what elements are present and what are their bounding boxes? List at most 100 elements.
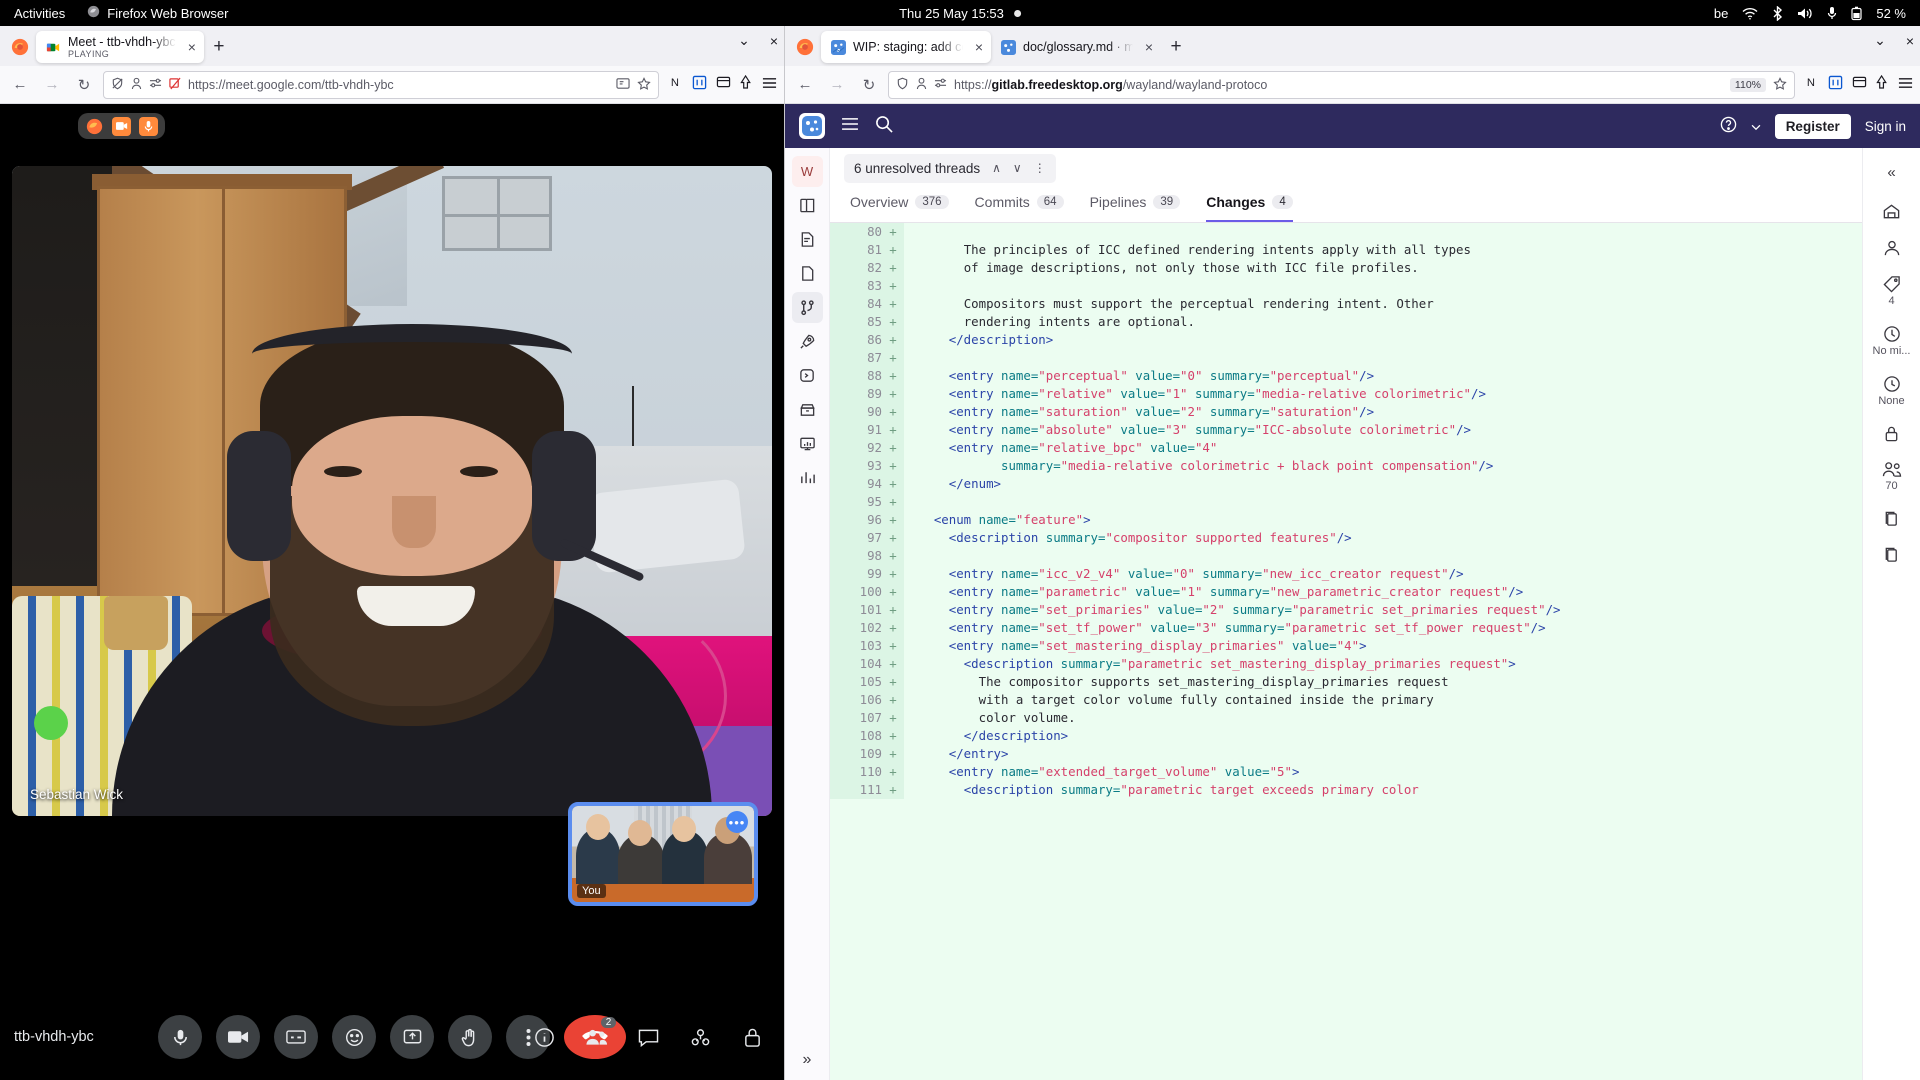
diff-row[interactable]: 105 + The compositor supports set_masteri… [830,673,1862,691]
search-icon[interactable] [875,115,893,138]
hamburger-icon[interactable] [841,117,859,136]
thread-options-button[interactable]: ⋮ [1034,161,1046,175]
present-screen-button[interactable] [390,1015,434,1059]
lock-icon[interactable] [1863,418,1920,450]
tracking-protection-icon[interactable] [934,77,947,92]
copy-branch-icon[interactable] [1863,503,1920,535]
diff-viewer[interactable]: 80 + 81 + The principles of ICC defined re… [830,223,1862,1080]
reload-button[interactable]: ↻ [856,72,882,98]
tab-pipelines[interactable]: Pipelines 39 [1090,194,1181,222]
new-tab-button[interactable]: + [1161,32,1191,62]
tab-close-button[interactable]: × [1140,39,1153,55]
meeting-details-button[interactable] [526,1019,562,1055]
tab-merge-request[interactable]: WIP: staging: add color m × [821,31,991,63]
forward-button[interactable]: → [824,72,850,98]
diff-row[interactable]: 91 + <entry name="absolute" value="3" sum… [830,421,1862,439]
tab-changes[interactable]: Changes 4 [1206,194,1293,222]
tab-meet[interactable]: Meet - ttb-vhdh-ybc PLAYING × [36,31,204,63]
todo-icon[interactable] [1863,195,1920,228]
sidebar-item-repository[interactable] [792,258,823,289]
diff-row[interactable]: 85 + rendering intents are optional. [830,313,1862,331]
tab-overview[interactable]: Overview 376 [850,194,949,222]
host-controls-button[interactable] [734,1019,770,1055]
collapse-sidebar-button[interactable]: « [1887,158,1895,191]
help-icon[interactable] [1720,116,1737,136]
shield-icon[interactable] [111,77,124,93]
sidebar-item-monitor[interactable] [792,428,823,459]
sidebar-item-ci-cd[interactable] [792,360,823,391]
diff-row[interactable]: 90 + <entry name="saturation" value="2" s… [830,403,1862,421]
sidebar-item-merge-requests[interactable] [791,292,823,323]
zoom-level-badge[interactable]: 110% [1729,77,1766,92]
url-bar-right[interactable]: https://gitlab.freedesktop.org/wayland/w… [888,70,1795,99]
diff-row[interactable]: 98 + [830,547,1862,565]
diff-row[interactable]: 111 + <description summary="parametric ta… [830,781,1862,799]
diff-row[interactable]: 96 + <enum name="feature"> [830,511,1862,529]
menu-icon[interactable] [762,76,777,94]
diff-row[interactable]: 82 + of image descriptions, not only thos… [830,259,1862,277]
diff-row[interactable]: 81 + The principles of ICC defined render… [830,241,1862,259]
system-status-area[interactable]: be 52 % [1714,5,1906,21]
save-to-pocket-icon[interactable] [716,75,731,94]
diff-row[interactable]: 80 + [830,223,1862,241]
diff-row[interactable]: 108 + </description> [830,727,1862,745]
extension-blue-icon[interactable] [1828,75,1843,95]
diff-row[interactable]: 97 + <description summary="compositor sup… [830,529,1862,547]
tab-close-button[interactable]: × [970,39,983,55]
sidebar-item-issues[interactable] [792,224,823,255]
container-tabs-icon[interactable]: N [1805,75,1819,94]
previous-thread-button[interactable]: ∧ [992,161,1001,175]
labels-icon[interactable]: 4 [1863,268,1920,314]
camera-sharing-icon[interactable] [112,116,131,136]
sign-in-link[interactable]: Sign in [1865,119,1906,134]
diff-row[interactable]: 101 + <entry name="set_primaries" value="… [830,601,1862,619]
window-controls-right[interactable]: ⌄ × [1874,32,1914,49]
raise-hand-button[interactable] [448,1015,492,1059]
menu-icon[interactable] [1898,76,1913,94]
tab-list-dropdown-button[interactable]: ⌄ [738,32,750,49]
self-view-tile[interactable]: ••• You [568,802,758,906]
diff-row[interactable]: 89 + <entry name="relative" value="1" sum… [830,385,1862,403]
url-bar-left[interactable]: https://meet.google.com/ttb-vhdh-ybc [103,70,659,99]
pocket-icon[interactable] [740,74,753,94]
container-tabs-icon[interactable]: N [669,75,683,94]
tab-close-button[interactable]: × [183,39,196,55]
diff-row[interactable]: 109 + </entry> [830,745,1862,763]
emoji-button[interactable] [332,1015,376,1059]
copy-reference-icon[interactable] [1863,539,1920,571]
microphone-sharing-icon[interactable] [139,116,158,136]
gitlab-logo-icon[interactable] [799,113,825,139]
diff-row[interactable]: 99 + <entry name="icc_v2_v4" value="0" su… [830,565,1862,583]
window-close-button[interactable]: × [1906,33,1914,49]
milestone-icon[interactable]: None [1863,368,1920,414]
diff-row[interactable]: 107 + color volume. [830,709,1862,727]
pocket-icon[interactable] [1876,74,1889,94]
shield-icon[interactable] [896,77,909,93]
clock-button[interactable]: Thu 25 May 15:53 [899,6,1021,21]
diff-row[interactable]: 104 + <description summary="parametric se… [830,655,1862,673]
diff-row[interactable]: 103 + <entry name="set_mastering_display_… [830,637,1862,655]
diff-row[interactable]: 94 + </enum> [830,475,1862,493]
expand-sidebar-button[interactable]: » [792,1049,823,1080]
diff-row[interactable]: 93 + summary="media-relative colorimetric… [830,457,1862,475]
new-tab-button[interactable]: + [204,32,234,62]
extension-blue-icon[interactable] [692,75,707,95]
activities-button[interactable] [682,1019,718,1055]
next-thread-button[interactable]: ∨ [1013,161,1022,175]
diff-row[interactable]: 88 + <entry name="perceptual" value="0" s… [830,367,1862,385]
window-controls-left[interactable]: ⌄ × [738,32,778,49]
self-view-more-button[interactable]: ••• [726,811,748,833]
chat-button[interactable] [630,1019,666,1055]
time-tracking-icon[interactable]: No mi... [1863,318,1920,364]
diff-row[interactable]: 92 + <entry name="relative_bpc" value="4" [830,439,1862,457]
permissions-icon[interactable] [131,77,142,93]
sidebar-item-packages[interactable] [792,394,823,425]
activities-button[interactable]: Activities [14,6,65,21]
participants-icon[interactable]: 70 [1863,454,1920,499]
participants-button[interactable]: 2 [578,1017,616,1055]
diff-row[interactable]: 110 + <entry name="extended_target_volume… [830,763,1862,781]
diff-row[interactable]: 87 + [830,349,1862,367]
forward-button[interactable]: → [39,72,65,98]
firefox-sharing-indicator[interactable] [78,113,165,139]
diff-row[interactable]: 102 + <entry name="set_tf_power" value="3… [830,619,1862,637]
